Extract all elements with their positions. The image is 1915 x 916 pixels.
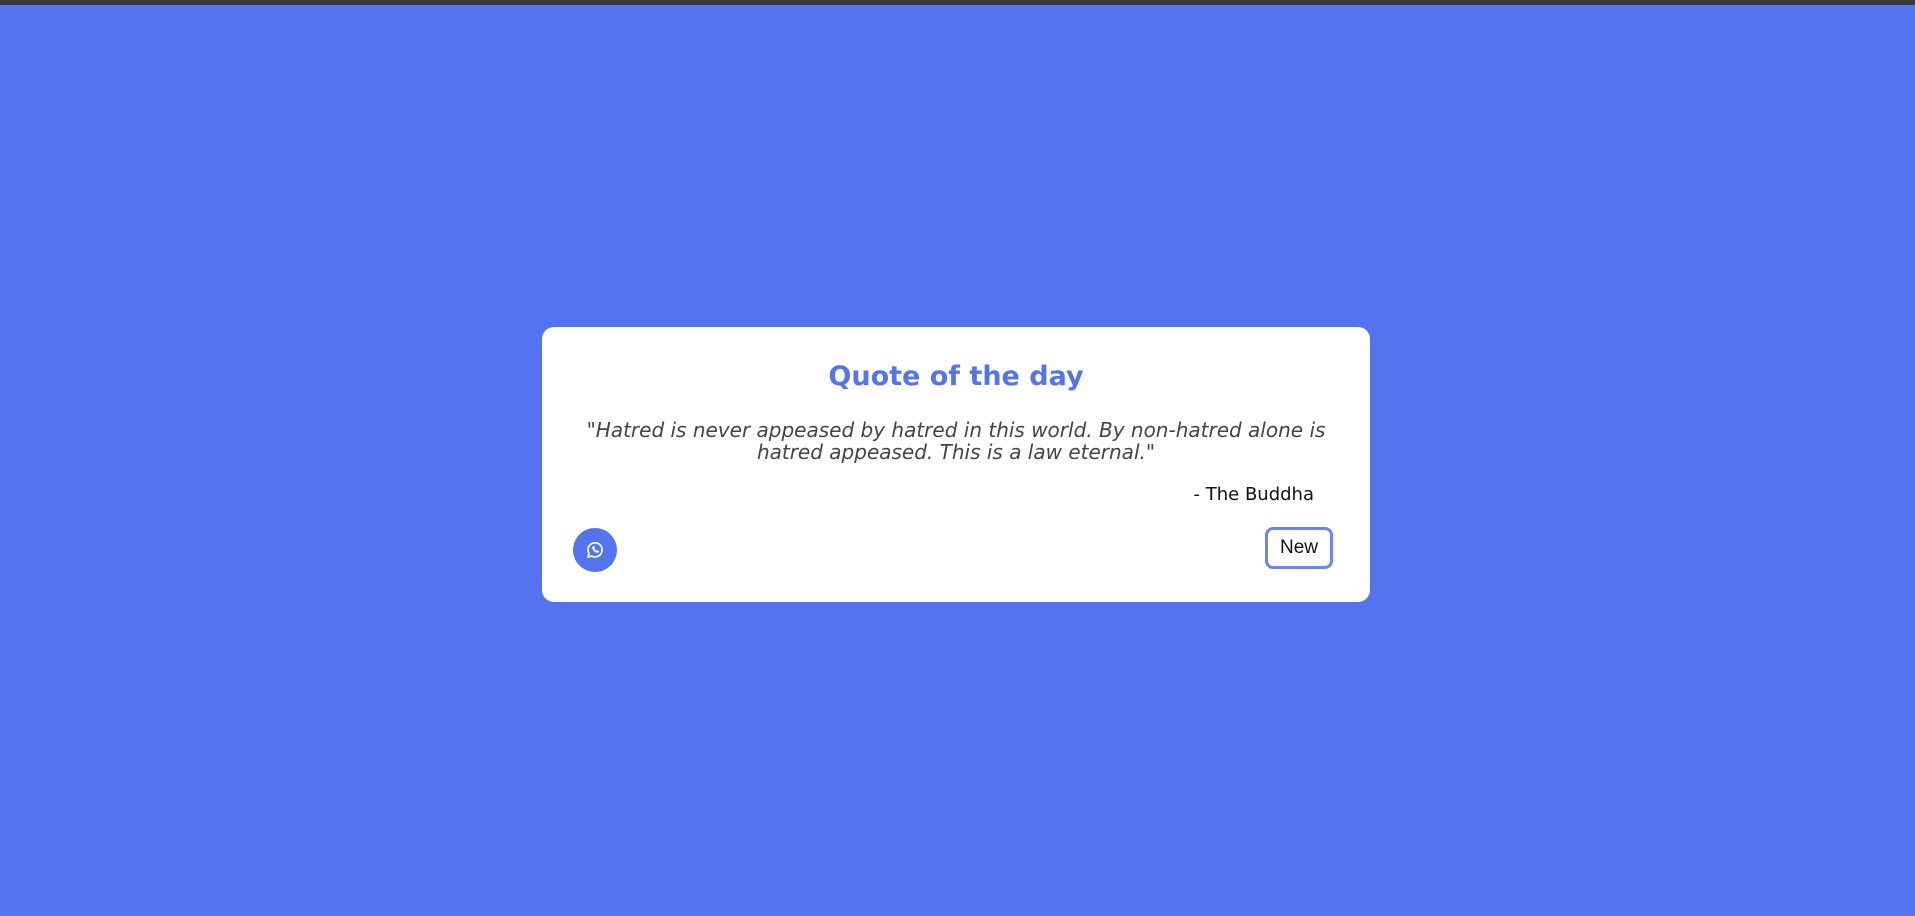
whatsapp-icon <box>585 540 605 560</box>
card-title: Quote of the day <box>828 361 1084 392</box>
quote-author: - The Buddha <box>1193 484 1314 505</box>
new-quote-button[interactable]: New <box>1265 527 1333 569</box>
whatsapp-share-button[interactable] <box>573 528 617 572</box>
browser-top-strip <box>0 0 1915 5</box>
quote-card: Quote of the day "Hatred is never appeas… <box>542 327 1370 602</box>
quote-text: "Hatred is never appeased by hatred in t… <box>586 418 1326 464</box>
